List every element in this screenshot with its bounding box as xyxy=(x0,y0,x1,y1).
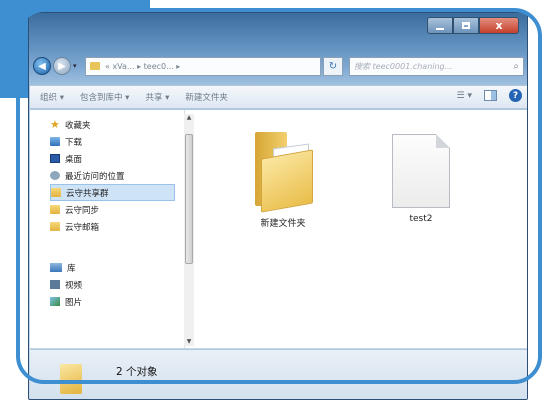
library-icon xyxy=(50,263,62,272)
new-folder-button[interactable]: 新建文件夹 xyxy=(185,91,228,103)
close-icon: x xyxy=(495,19,503,32)
item-count: 2 个对象 xyxy=(116,366,158,378)
document-icon xyxy=(392,134,450,208)
explorer-window: x ◀ ▶ ▾ « xVa... ▸ teec0... ▸ ↻ 搜索 teec0… xyxy=(28,12,528,400)
file-name: test2 xyxy=(409,214,433,224)
maximize-icon xyxy=(462,22,470,29)
scroll-down-icon[interactable]: ▼ xyxy=(185,338,193,346)
pictures-icon xyxy=(50,297,60,306)
minimize-icon xyxy=(436,27,444,30)
folder-icon xyxy=(251,128,315,213)
caption-buttons: x xyxy=(427,17,519,34)
forward-arrow-icon: ▶ xyxy=(58,60,66,72)
desktop-icon xyxy=(50,154,60,163)
folder-icon xyxy=(51,188,61,197)
search-placeholder: 搜索 teec0001.chaning... xyxy=(354,61,453,71)
command-bar: 组织 ▾ 包含到库中 ▾ 共享 ▾ 新建文件夹 ☰ ▾ ? xyxy=(30,85,527,109)
minimize-button[interactable] xyxy=(427,17,453,34)
back-button[interactable]: ◀ xyxy=(33,57,51,75)
scroll-up-icon[interactable]: ▲ xyxy=(185,114,193,122)
address-bar[interactable]: « xVa... ▸ teec0... ▸ xyxy=(85,56,321,76)
preview-pane-icon[interactable] xyxy=(484,90,497,101)
folder-icon xyxy=(50,222,60,231)
folder-icon xyxy=(50,205,60,214)
command-bar-right: ☰ ▾ ? xyxy=(457,89,522,102)
nav-item-sync[interactable]: 云守同步 xyxy=(50,201,175,218)
share-menu[interactable]: 共享 ▾ xyxy=(145,91,169,103)
scrollbar-thumb[interactable] xyxy=(185,134,193,264)
folder-icon xyxy=(60,364,82,394)
file-item-folder[interactable]: 新建文件夹 xyxy=(238,128,328,229)
search-icon[interactable]: ⌕ xyxy=(513,61,519,72)
nav-list: ★ 收藏夹 下载 桌面 最近访问的位置 云守共享群 云守同步 云守邮箱 库 视频… xyxy=(50,116,175,310)
nav-item-label: 收藏夹 xyxy=(65,120,91,131)
refresh-button[interactable]: ↻ xyxy=(323,56,343,76)
back-arrow-icon: ◀ xyxy=(38,60,46,72)
nav-item-label: 库 xyxy=(67,263,76,274)
file-name: 新建文件夹 xyxy=(260,219,306,229)
history-dropdown-icon[interactable]: ▾ xyxy=(73,62,81,70)
nav-scrollbar[interactable]: ▲ ▼ xyxy=(184,114,194,346)
organize-menu[interactable]: 组织 ▾ xyxy=(40,91,64,103)
recent-places-icon xyxy=(50,171,60,180)
nav-item-label: 最近访问的位置 xyxy=(65,171,125,182)
nav-item-label: 云守同步 xyxy=(65,205,100,216)
folder-icon xyxy=(90,62,100,70)
file-list: 新建文件夹 test2 xyxy=(196,110,527,348)
content-area: ★ 收藏夹 下载 桌面 最近访问的位置 云守共享群 云守同步 云守邮箱 库 视频… xyxy=(30,110,527,348)
maximize-button[interactable] xyxy=(453,17,479,34)
nav-item-label: 下载 xyxy=(65,137,83,148)
nav-item-favorites[interactable]: ★ 收藏夹 xyxy=(50,116,175,133)
include-in-library-menu[interactable]: 包含到库中 ▾ xyxy=(80,91,129,103)
nav-item-label: 云守邮箱 xyxy=(65,222,100,233)
file-item-document[interactable]: test2 xyxy=(376,134,466,224)
nav-item-label: 图片 xyxy=(65,297,83,308)
status-bar: 2 个对象 xyxy=(30,349,527,399)
nav-item-label: 云守共享群 xyxy=(66,188,109,199)
breadcrumb[interactable]: « xVa... ▸ teec0... ▸ xyxy=(105,62,180,71)
refresh-icon: ↻ xyxy=(328,60,338,72)
nav-item-libraries[interactable]: 库 xyxy=(50,259,175,276)
close-button[interactable]: x xyxy=(479,17,519,34)
nav-item-label: 视频 xyxy=(65,280,83,291)
nav-item-downloads[interactable]: 下载 xyxy=(50,133,175,150)
nav-item-videos[interactable]: 视频 xyxy=(50,276,175,293)
views-button[interactable]: ☰ ▾ xyxy=(457,91,472,101)
navigation-pane: ★ 收藏夹 下载 桌面 最近访问的位置 云守共享群 云守同步 云守邮箱 库 视频… xyxy=(30,110,185,348)
video-icon xyxy=(50,280,60,289)
help-icon[interactable]: ? xyxy=(509,89,522,102)
search-input[interactable]: 搜索 teec0001.chaning... ⌕ xyxy=(349,56,524,76)
forward-button[interactable]: ▶ xyxy=(53,57,71,75)
download-icon xyxy=(50,137,60,146)
nav-item-pictures[interactable]: 图片 xyxy=(50,293,175,310)
star-icon: ★ xyxy=(50,118,60,131)
nav-item-recent-places[interactable]: 最近访问的位置 xyxy=(50,167,175,184)
nav-item-shared-group[interactable]: 云守共享群 xyxy=(50,184,175,201)
nav-item-label: 桌面 xyxy=(65,154,83,165)
nav-item-mailbox[interactable]: 云守邮箱 xyxy=(50,218,175,235)
address-row: ◀ ▶ ▾ « xVa... ▸ teec0... ▸ ↻ 搜索 teec000… xyxy=(33,55,525,77)
nav-item-desktop[interactable]: 桌面 xyxy=(50,150,175,167)
